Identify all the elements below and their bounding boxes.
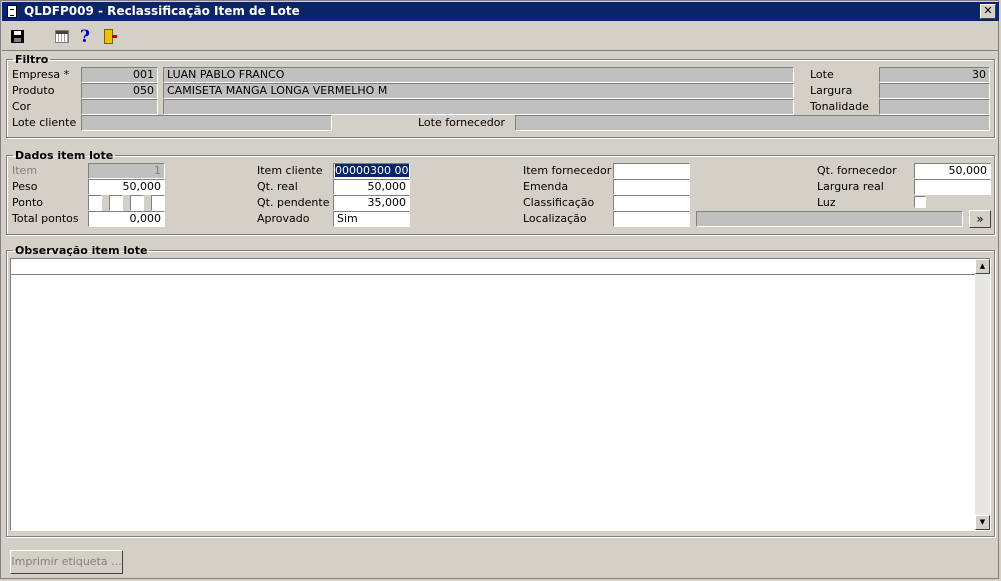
calendar-button[interactable]: [52, 28, 72, 46]
vertical-scrollbar[interactable]: ▲ ▼: [975, 259, 990, 530]
cor-code-field[interactable]: [81, 99, 158, 115]
aprovado-field[interactable]: Sim: [333, 211, 410, 227]
produto-code-field[interactable]: 050: [81, 83, 158, 99]
calendar-icon: [55, 30, 69, 43]
largura-real-label: Largura real: [817, 180, 884, 193]
observacao-memo[interactable]: ▲ ▼: [10, 258, 991, 531]
lote-field[interactable]: 30: [879, 67, 990, 83]
produto-name-field: CAMISETA MANGA LONGA VERMELHO M: [163, 83, 794, 99]
scroll-down-arrow-icon[interactable]: ▼: [975, 515, 990, 530]
largura-real-field[interactable]: [914, 179, 991, 195]
produto-label: Produto: [12, 84, 55, 97]
cor-name-field: [163, 99, 794, 115]
tonalidade-label: Tonalidade: [810, 100, 869, 113]
ponto-field-4[interactable]: [151, 195, 165, 211]
qt-pendente-label: Qt. pendente: [257, 196, 330, 209]
classificacao-field[interactable]: [613, 195, 690, 211]
peso-field[interactable]: 50,000: [88, 179, 165, 195]
luz-checkbox[interactable]: [914, 196, 926, 208]
localizacao-field[interactable]: [613, 211, 690, 227]
ponto-field-2[interactable]: [109, 195, 123, 211]
lote-label: Lote: [810, 68, 834, 81]
document-icon: [7, 5, 17, 18]
ponto-field-1[interactable]: [88, 195, 102, 211]
item-cliente-value: 00000300 001: [335, 164, 409, 177]
total-pontos-label: Total pontos: [12, 212, 79, 225]
observacao-legend: Observação item lote: [15, 244, 148, 257]
app-window: QLDFP009 - Reclassificação Item de Lote …: [0, 0, 999, 579]
peso-label: Peso: [12, 180, 38, 193]
qt-pendente-field[interactable]: 35,000: [333, 195, 410, 211]
item-cliente-label: Item cliente: [257, 164, 323, 177]
aprovado-label: Aprovado: [257, 212, 310, 225]
close-button[interactable]: ✕: [980, 4, 996, 19]
toolbar: ?: [2, 22, 999, 51]
localizacao-desc-field: [696, 211, 963, 227]
item-cliente-field[interactable]: 00000300 001: [333, 163, 410, 179]
total-pontos-field[interactable]: 0,000: [88, 211, 165, 227]
lote-fornecedor-label: Lote fornecedor: [418, 116, 505, 129]
largura-label: Largura: [810, 84, 853, 97]
qt-real-field[interactable]: 50,000: [333, 179, 410, 195]
largura-field: [879, 83, 990, 99]
empresa-code-field[interactable]: 001: [81, 67, 158, 83]
emenda-field[interactable]: [613, 179, 690, 195]
dados-item-lote-legend: Dados item lote: [15, 149, 114, 162]
cor-label: Cor: [12, 100, 31, 113]
classificacao-label: Classificação: [523, 196, 595, 209]
item-field: 1: [88, 163, 165, 179]
qt-real-label: Qt. real: [257, 180, 298, 193]
emenda-label: Emenda: [523, 180, 569, 193]
lote-cliente-field[interactable]: [81, 115, 332, 131]
localizacao-label: Localização: [523, 212, 587, 225]
item-label: Item: [12, 164, 38, 177]
item-fornecedor-field[interactable]: [613, 163, 690, 179]
help-button[interactable]: ?: [75, 28, 95, 46]
exit-button[interactable]: [100, 28, 120, 46]
ponto-label: Ponto: [12, 196, 43, 209]
ponto-field-3[interactable]: [130, 195, 144, 211]
scroll-up-arrow-icon[interactable]: ▲: [975, 259, 990, 274]
filtro-legend: Filtro: [15, 53, 49, 66]
luz-label: Luz: [817, 196, 836, 209]
imprimir-etiqueta-button[interactable]: Imprimir etiqueta ...: [10, 550, 123, 574]
tonalidade-field: [879, 99, 990, 115]
observacao-text-line[interactable]: [11, 259, 975, 275]
floppy-disk-icon: [11, 30, 24, 43]
empresa-name-field: LUAN PABLO FRANCO: [163, 67, 794, 83]
window-title: QLDFP009 - Reclassificação Item de Lote: [24, 4, 300, 18]
save-button[interactable]: [8, 28, 28, 46]
lote-cliente-label: Lote cliente: [12, 116, 77, 129]
qt-fornecedor-label: Qt. fornecedor: [817, 164, 897, 177]
empresa-label: Empresa *: [12, 68, 70, 81]
localizacao-lookup-button[interactable]: »: [969, 210, 991, 228]
item-fornecedor-label: Item fornecedor: [523, 164, 612, 177]
lote-fornecedor-field[interactable]: [515, 115, 990, 131]
exit-door-icon: [104, 29, 117, 44]
qt-fornecedor-field[interactable]: 50,000: [914, 163, 991, 179]
title-bar: QLDFP009 - Reclassificação Item de Lote …: [2, 2, 999, 21]
